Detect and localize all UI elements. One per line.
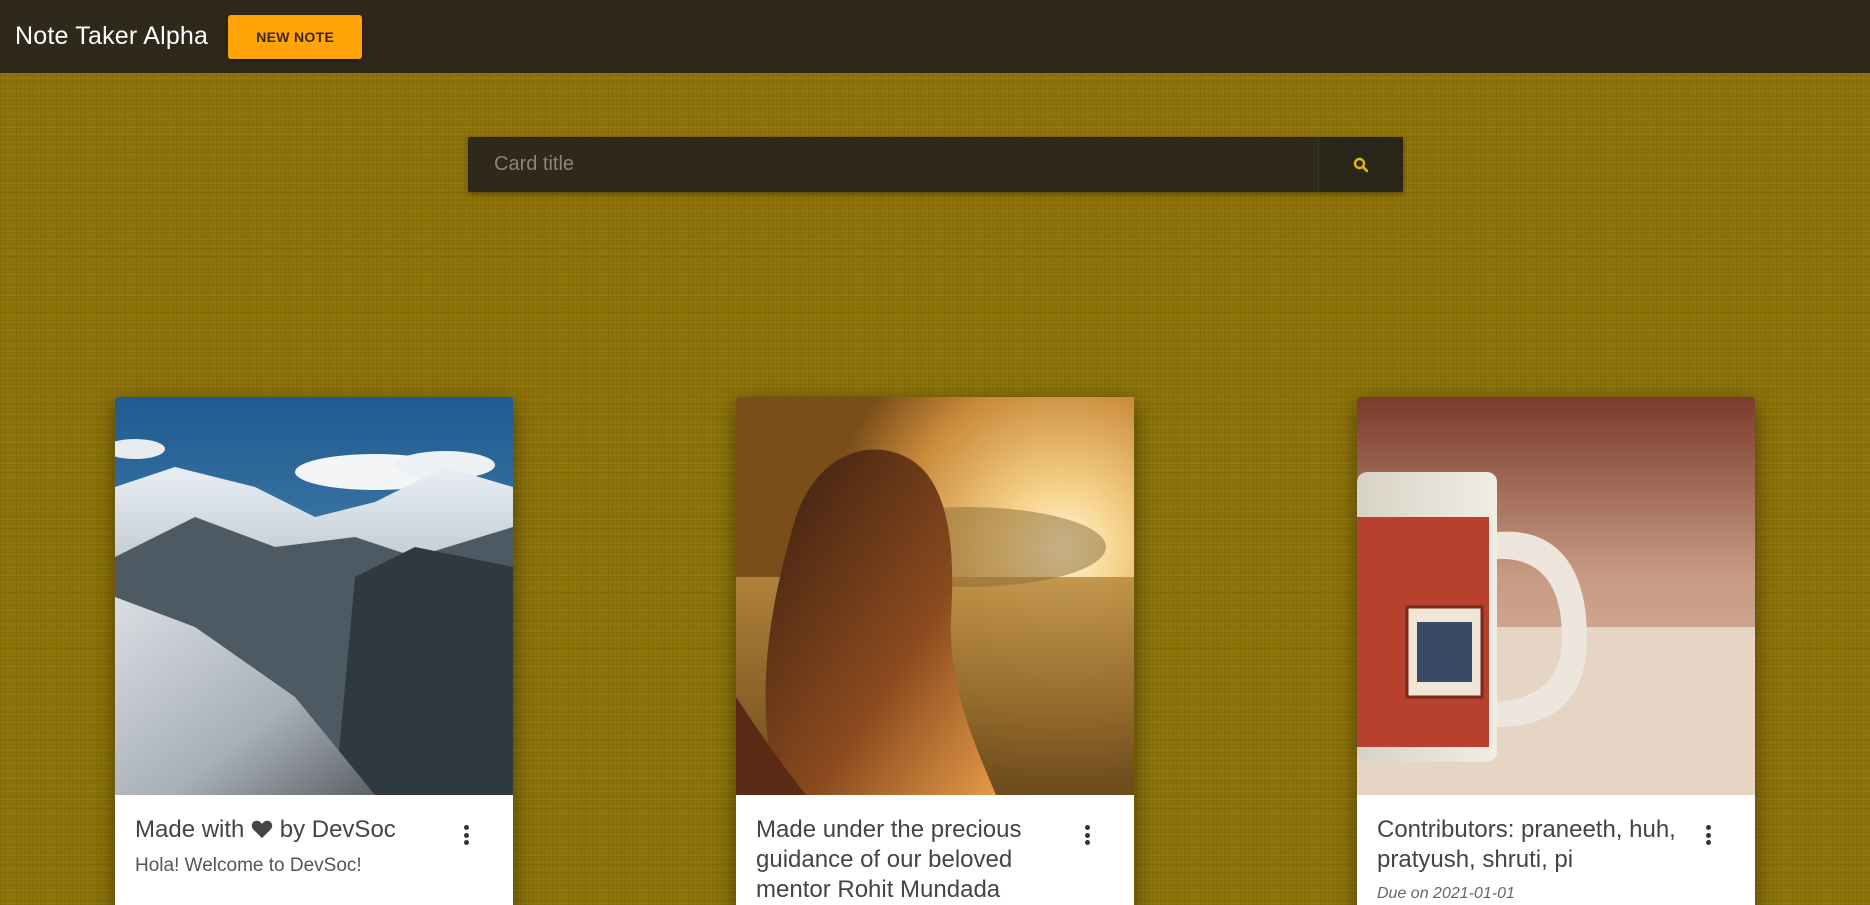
more-vert-icon[interactable]	[1703, 825, 1713, 845]
note-card[interactable]: Contributors: praneeth, huh, pratyush, s…	[1357, 397, 1755, 905]
card-title: Made under the precious guidance of our …	[756, 816, 1022, 903]
card-title-prefix: Made with	[135, 816, 245, 843]
navbar: Note Taker Alpha NEW NOTE	[0, 0, 1870, 73]
card-content: Contributors: praneeth, huh, pratyush, s…	[1357, 795, 1755, 903]
note-card[interactable]: Made under the precious guidance of our …	[736, 397, 1134, 905]
card-content: Made under the precious guidance of our …	[736, 795, 1134, 905]
card-image-mountains	[115, 397, 513, 795]
woman-sunset-image	[736, 397, 1134, 795]
snowy-mountains-image	[115, 397, 513, 795]
search-icon	[1353, 157, 1369, 172]
card-image-sunset	[736, 397, 1134, 795]
new-note-button[interactable]: NEW NOTE	[228, 14, 363, 59]
more-vert-icon[interactable]	[461, 825, 471, 845]
brand-logo-text[interactable]: Note Taker Alpha	[15, 22, 208, 51]
card-due-date: Due on 2021-01-01	[1377, 885, 1515, 902]
heart-icon	[251, 820, 273, 839]
more-vert-icon[interactable]	[1082, 825, 1092, 845]
card-image-mug	[1357, 397, 1755, 795]
card-content: Made with by DevSoc Hola! Welcome to Dev…	[115, 795, 513, 877]
card-title: Contributors: praneeth, huh, pratyush, s…	[1377, 816, 1676, 873]
coffee-mug-image	[1357, 397, 1755, 795]
card-title: Made with by DevSoc	[135, 815, 443, 845]
card-title-suffix: by DevSoc	[279, 816, 396, 843]
search-input[interactable]	[468, 137, 1318, 192]
search-bar	[468, 137, 1403, 192]
card-text: Hola! Welcome to DevSoc!	[135, 855, 362, 876]
note-card[interactable]: Made with by DevSoc Hola! Welcome to Dev…	[115, 397, 513, 905]
search-button[interactable]	[1318, 137, 1403, 192]
